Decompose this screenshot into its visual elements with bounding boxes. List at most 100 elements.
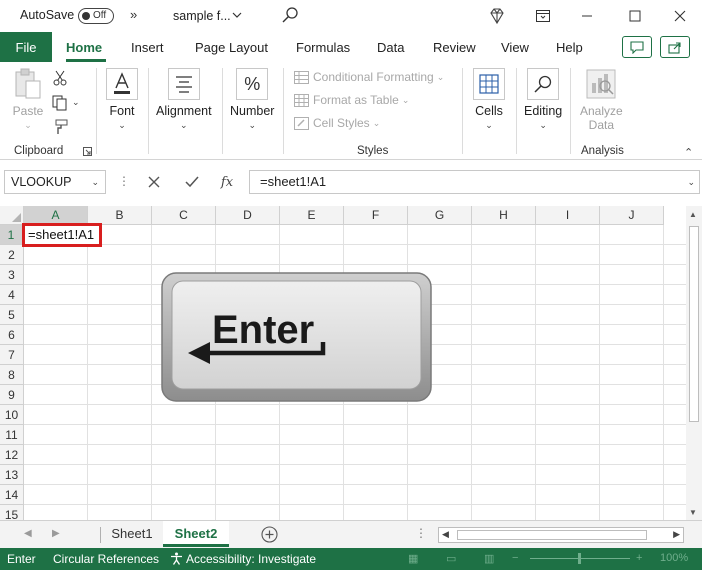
row-header-5[interactable]: 5 <box>0 305 24 325</box>
column-header-i[interactable]: I <box>536 206 600 225</box>
normal-view-icon[interactable]: ▦ <box>408 552 418 565</box>
row-header-7[interactable]: 7 <box>0 345 24 365</box>
row-header-15[interactable]: 15 <box>0 505 24 520</box>
ribbon-display-button[interactable] <box>525 4 561 28</box>
gridline-horizontal <box>24 264 686 265</box>
zoom-in-icon[interactable]: + <box>636 552 642 564</box>
column-header-e[interactable]: E <box>280 206 344 225</box>
alignment-button[interactable]: Alignment ⌄ <box>156 68 212 131</box>
scroll-left-icon[interactable]: ◀ <box>442 529 449 540</box>
zoom-slider-thumb[interactable] <box>578 553 581 564</box>
row-header-4[interactable]: 4 <box>0 285 24 305</box>
share-button[interactable] <box>660 36 690 58</box>
scroll-up-icon[interactable]: ▲ <box>689 210 697 219</box>
ribbon-display-icon <box>536 10 550 22</box>
conditional-formatting-button[interactable]: Conditional Formatting ⌄ <box>294 70 444 84</box>
page-layout-view-icon[interactable]: ▭ <box>446 552 456 565</box>
tab-insert[interactable]: Insert <box>131 40 164 55</box>
formula-input[interactable]: =sheet1!A1 ⌄ <box>249 170 700 194</box>
gridline-horizontal <box>24 444 686 445</box>
next-sheet-icon[interactable]: ▶ <box>52 528 60 539</box>
analyze-data-button[interactable]: Analyze Data <box>580 68 623 132</box>
row-header-10[interactable]: 10 <box>0 405 24 425</box>
tab-file[interactable]: File <box>0 32 52 62</box>
row-header-3[interactable]: 3 <box>0 265 24 285</box>
sheet-tab-sheet1[interactable]: Sheet1 <box>103 521 161 547</box>
insert-function-button[interactable]: fx <box>216 172 238 192</box>
vertical-scroll-thumb[interactable] <box>689 226 699 422</box>
document-name[interactable]: sample f... <box>173 9 231 23</box>
row-header-8[interactable]: 8 <box>0 365 24 385</box>
tab-formulas[interactable]: Formulas <box>296 40 350 55</box>
active-cell-a1[interactable]: =sheet1!A1 <box>22 223 102 247</box>
row-header-2[interactable]: 2 <box>0 245 24 265</box>
more-commands-icon[interactable]: » <box>130 7 137 22</box>
search-icon[interactable] <box>281 6 299 24</box>
zoom-out-icon[interactable]: − <box>512 552 518 564</box>
row-header-13[interactable]: 13 <box>0 465 24 485</box>
worksheet-grid[interactable]: ABCDEFGHIJ 1 2 3 4 5 6 7 8 9 10 11 12 13 14 15 =sheet1… <box>0 206 686 520</box>
cells-button[interactable]: Cells ⌄ <box>473 68 505 131</box>
select-all-button[interactable] <box>0 206 24 225</box>
font-button[interactable]: Font ⌄ <box>106 68 138 131</box>
column-header-c[interactable]: C <box>152 206 216 225</box>
formula-bar-grip-icon[interactable]: ⋮ <box>118 174 130 188</box>
confirm-entry-button[interactable] <box>181 172 203 192</box>
sheet-tab-sheet2[interactable]: Sheet2 <box>163 521 229 547</box>
column-header-j[interactable]: J <box>600 206 664 225</box>
vertical-scrollbar[interactable]: ▲ ▼ <box>686 206 702 520</box>
copy-icon[interactable] <box>52 95 68 111</box>
chevron-down-icon[interactable] <box>232 10 242 20</box>
row-header-12[interactable]: 12 <box>0 445 24 465</box>
tab-review[interactable]: Review <box>433 40 476 55</box>
add-sheet-icon[interactable] <box>261 526 278 543</box>
dialog-launcher-icon[interactable] <box>83 147 92 156</box>
paste-button[interactable]: Paste ⌄ <box>12 68 44 131</box>
cells-caret: ⌄ <box>485 120 493 130</box>
row-header-14[interactable]: 14 <box>0 485 24 505</box>
tab-page-layout[interactable]: Page Layout <box>195 40 268 55</box>
name-box-dropdown-icon[interactable]: ⌄ <box>91 171 99 193</box>
zoom-level[interactable]: 100% <box>660 552 688 564</box>
row-header-11[interactable]: 11 <box>0 425 24 445</box>
column-header-d[interactable]: D <box>216 206 280 225</box>
format-as-table-button[interactable]: Format as Table ⌄ <box>294 93 409 107</box>
premium-diamond-icon[interactable] <box>488 7 506 25</box>
cut-icon[interactable] <box>53 70 67 86</box>
autosave-toggle[interactable]: Off <box>78 8 114 24</box>
number-button[interactable]: % Number ⌄ <box>230 68 274 131</box>
copy-caret[interactable]: ⌄ <box>72 97 80 108</box>
minimize-button[interactable] <box>569 4 605 28</box>
expand-formula-bar-icon[interactable]: ⌄ <box>687 171 695 193</box>
cell-styles-button[interactable]: Cell Styles ⌄ <box>294 116 380 130</box>
circular-references-status[interactable]: Circular References <box>53 552 159 566</box>
row-header-9[interactable]: 9 <box>0 385 24 405</box>
scroll-right-icon[interactable]: ▶ <box>673 529 680 540</box>
tab-home[interactable]: Home <box>66 40 102 55</box>
column-header-h[interactable]: H <box>472 206 536 225</box>
maximize-button[interactable] <box>617 4 653 28</box>
column-header-f[interactable]: F <box>344 206 408 225</box>
paste-label: Paste <box>12 104 44 118</box>
editing-button[interactable]: Editing ⌄ <box>524 68 562 131</box>
comments-button[interactable] <box>622 36 652 58</box>
scroll-down-icon[interactable]: ▼ <box>689 508 697 517</box>
name-box[interactable]: VLOOKUP ⌄ <box>4 170 106 194</box>
horizontal-scrollbar[interactable]: ◀ ▶ <box>438 527 684 543</box>
row-header-1[interactable]: 1 <box>0 225 24 245</box>
collapse-ribbon-icon[interactable]: ⌃ <box>684 146 693 159</box>
tab-split-handle-icon[interactable]: ⋮ <box>415 526 427 540</box>
tab-data[interactable]: Data <box>377 40 404 55</box>
horizontal-scroll-thumb[interactable] <box>457 530 647 540</box>
tab-help[interactable]: Help <box>556 40 583 55</box>
conditional-formatting-label: Conditional Formatting <box>313 70 434 84</box>
accessibility-status[interactable]: Accessibility: Investigate <box>170 552 316 566</box>
prev-sheet-icon[interactable]: ◀ <box>24 528 32 539</box>
cancel-entry-button[interactable] <box>143 172 165 192</box>
column-header-g[interactable]: G <box>408 206 472 225</box>
close-button[interactable] <box>662 4 698 28</box>
page-break-view-icon[interactable]: ▥ <box>484 552 494 565</box>
format-painter-icon[interactable] <box>53 119 69 135</box>
row-header-6[interactable]: 6 <box>0 325 24 345</box>
tab-view[interactable]: View <box>501 40 529 55</box>
